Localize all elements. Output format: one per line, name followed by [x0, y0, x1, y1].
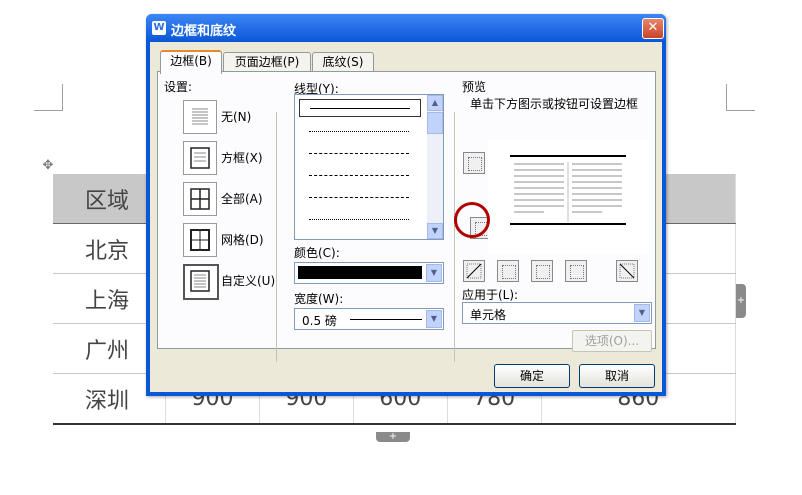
- setting-box-icon[interactable]: [183, 141, 217, 175]
- color-select[interactable]: ▼: [294, 262, 444, 284]
- lines-icon: [192, 108, 208, 125]
- page-corner-mark: [34, 84, 63, 111]
- dialog-titlebar[interactable]: W 边框和底纹 ✕: [146, 14, 666, 42]
- custom-borders-icon: [190, 270, 210, 292]
- apply-to-select[interactable]: 单元格 ▼: [462, 302, 652, 324]
- width-label: 宽度(W):: [294, 292, 344, 306]
- line-style-dash-dot[interactable]: [299, 189, 419, 205]
- close-button[interactable]: ✕: [642, 18, 664, 39]
- preview-hint: 单击下方图示或按钮可设置边框: [470, 97, 639, 111]
- add-column-button[interactable]: +: [736, 284, 746, 318]
- line-style-scrollbar[interactable]: ▲ ▼: [427, 95, 443, 239]
- setting-grid-label[interactable]: 网格(D): [221, 231, 264, 248]
- ok-button[interactable]: 确定: [494, 364, 570, 388]
- top-border-button[interactable]: [463, 152, 485, 174]
- diagonal-up-icon: [619, 263, 635, 279]
- scroll-down-icon[interactable]: ▼: [427, 223, 443, 239]
- right-border-button[interactable]: [565, 260, 587, 282]
- line-style-list[interactable]: ▲ ▼: [294, 94, 444, 240]
- top-border-icon: [468, 157, 482, 171]
- scroll-thumb[interactable]: [427, 112, 443, 134]
- tab-page-borders[interactable]: 页面边框(P): [223, 52, 311, 72]
- right-border-icon: [570, 265, 584, 279]
- preview-diagram: [510, 155, 626, 225]
- dialog-title: 边框和底纹: [171, 24, 237, 39]
- line-style-dash-dot-dot[interactable]: [299, 211, 419, 227]
- inside-vertical-border-icon: [536, 265, 550, 279]
- diag-up-border-button[interactable]: [616, 260, 638, 282]
- all-borders-icon: [190, 188, 210, 210]
- highlight-circle: [454, 202, 490, 238]
- setting-custom-icon[interactable]: [183, 264, 219, 300]
- table-move-handle-icon[interactable]: ✥: [41, 159, 55, 173]
- chevron-down-icon[interactable]: ▼: [634, 304, 650, 322]
- inside-vertical-border-button[interactable]: [531, 260, 553, 282]
- color-label: 颜色(C):: [294, 246, 340, 260]
- chevron-down-icon[interactable]: ▼: [426, 310, 442, 328]
- preview-area[interactable]: [488, 140, 648, 254]
- setting-grid-icon[interactable]: [183, 223, 217, 257]
- add-row-button[interactable]: +: [376, 432, 410, 442]
- divider: [454, 112, 455, 362]
- diagonal-down-icon: [466, 263, 482, 279]
- preview-label: 预览: [462, 80, 487, 94]
- setting-custom-label[interactable]: 自定义(U): [221, 272, 275, 289]
- settings-label: 设置:: [164, 80, 193, 94]
- line-style-solid[interactable]: [299, 99, 421, 117]
- options-button[interactable]: 选项(O)...: [572, 330, 652, 352]
- left-border-button[interactable]: [497, 260, 519, 282]
- line-style-dashed-short[interactable]: [299, 145, 419, 161]
- width-value: 0.5 磅: [302, 314, 337, 328]
- apply-to-value: 单元格: [470, 308, 507, 322]
- line-style-dotted[interactable]: [299, 123, 419, 139]
- diag-down-border-button[interactable]: [463, 260, 485, 282]
- setting-none-label[interactable]: 无(N): [221, 108, 251, 125]
- borders-panel: 设置: 无(N) 方框(X) 全部(A) 网格(D) 自定义(U) 线型(Y):…: [157, 71, 656, 362]
- left-border-icon: [502, 265, 516, 279]
- setting-box-label[interactable]: 方框(X): [221, 149, 263, 166]
- wps-app-icon: W: [152, 21, 166, 35]
- tab-shading[interactable]: 底纹(S): [312, 52, 374, 72]
- setting-all-label[interactable]: 全部(A): [221, 190, 263, 207]
- color-swatch: [298, 266, 422, 279]
- line-style-dashed[interactable]: [299, 167, 419, 183]
- box-border-icon: [190, 147, 210, 169]
- grid-borders-icon: [190, 229, 210, 251]
- width-select[interactable]: 0.5 磅 ▼: [294, 308, 444, 330]
- apply-to-label: 应用于(L):: [462, 288, 519, 302]
- width-line-sample: [350, 319, 422, 320]
- chevron-down-icon[interactable]: ▼: [426, 264, 442, 282]
- borders-shading-dialog: W 边框和底纹 ✕ 边框(B) 页面边框(P) 底纹(S) 设置: 无(N) 方…: [146, 14, 666, 396]
- cancel-button[interactable]: 取消: [579, 364, 655, 388]
- setting-none-icon[interactable]: [183, 100, 217, 134]
- divider: [276, 112, 277, 362]
- scroll-up-icon[interactable]: ▲: [427, 95, 443, 111]
- dialog-client-area: 边框(B) 页面边框(P) 底纹(S) 设置: 无(N) 方框(X) 全部(A)…: [150, 42, 662, 392]
- tab-borders[interactable]: 边框(B): [160, 50, 222, 74]
- page-corner-mark: [726, 84, 755, 111]
- setting-all-icon[interactable]: [183, 182, 217, 216]
